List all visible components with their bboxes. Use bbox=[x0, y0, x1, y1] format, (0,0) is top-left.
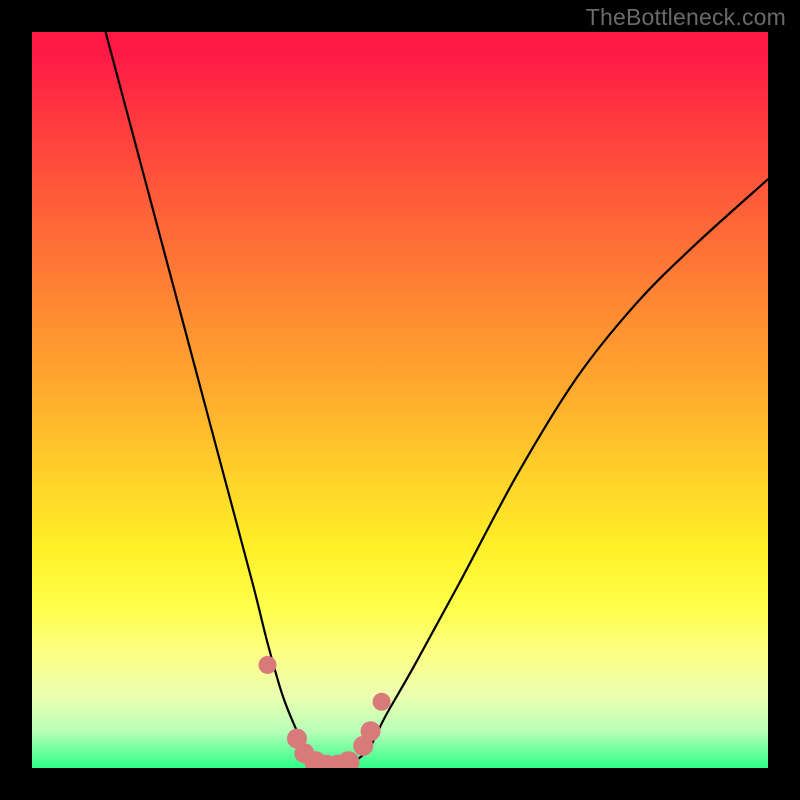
bottleneck-curve bbox=[106, 32, 768, 768]
highlight-dot bbox=[337, 751, 359, 768]
watermark-text: TheBottleneck.com bbox=[586, 4, 786, 31]
highlight-dot bbox=[373, 693, 391, 711]
highlighted-dots-group bbox=[259, 656, 391, 768]
highlight-dot bbox=[361, 721, 381, 741]
curve-layer bbox=[32, 32, 768, 768]
highlight-dot bbox=[259, 656, 277, 674]
chart-frame: TheBottleneck.com bbox=[0, 0, 800, 800]
plot-area bbox=[32, 32, 768, 768]
